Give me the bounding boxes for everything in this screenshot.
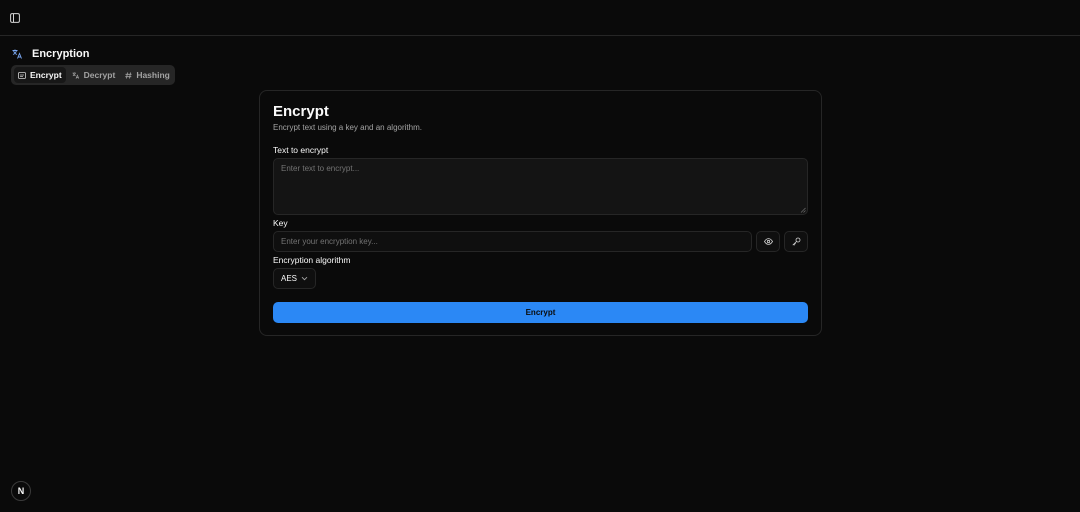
encrypt-button[interactable]: Encrypt	[273, 302, 808, 323]
eye-icon	[763, 238, 773, 245]
toggle-key-visibility-button[interactable]	[756, 231, 780, 252]
card-title: Encrypt	[273, 103, 329, 120]
text-to-encrypt-label: Text to encrypt	[273, 145, 329, 155]
encrypt-icon	[18, 71, 26, 79]
top-bar	[0, 0, 1080, 36]
tab-list: Encrypt Decrypt Hashing	[11, 65, 175, 85]
text-to-encrypt-placeholder: Enter text to encrypt...	[281, 164, 360, 173]
encryption-algorithm-label: Encryption algorithm	[273, 255, 351, 265]
panel-left-icon	[10, 13, 20, 23]
encrypt-card: Encrypt Encrypt text using a key and an …	[259, 90, 822, 336]
encryption-algorithm-value: AES	[281, 274, 298, 283]
section-title: Encryption	[32, 48, 90, 60]
languages-icon	[12, 49, 22, 59]
text-to-encrypt-input[interactable]: Enter text to encrypt...	[273, 158, 808, 215]
hash-icon	[125, 71, 132, 79]
key-icon	[792, 237, 800, 246]
section-header: Encryption	[12, 46, 89, 62]
key-placeholder: Enter your encryption key...	[281, 237, 378, 246]
nextjs-badge[interactable]: N	[11, 481, 31, 501]
key-label: Key	[273, 218, 288, 228]
key-input[interactable]: Enter your encryption key...	[273, 231, 752, 252]
generate-key-button[interactable]	[784, 231, 808, 252]
card-description: Encrypt text using a key and an algorith…	[273, 123, 422, 132]
tab-hashing-label: Hashing	[136, 70, 170, 80]
resize-grip-icon[interactable]	[800, 207, 806, 213]
sidebar-toggle-button[interactable]	[8, 11, 22, 25]
languages-icon	[72, 71, 79, 79]
chevron-down-icon	[301, 276, 308, 281]
encrypt-button-label: Encrypt	[525, 308, 556, 317]
tab-decrypt-label: Decrypt	[83, 70, 116, 80]
tab-encrypt[interactable]: Encrypt	[14, 67, 66, 83]
encryption-algorithm-select[interactable]: AES	[273, 268, 316, 289]
tab-decrypt[interactable]: Decrypt	[68, 67, 120, 83]
tab-encrypt-label: Encrypt	[30, 70, 62, 80]
tab-hashing[interactable]: Hashing	[121, 67, 174, 83]
nextjs-icon: N	[17, 486, 25, 496]
